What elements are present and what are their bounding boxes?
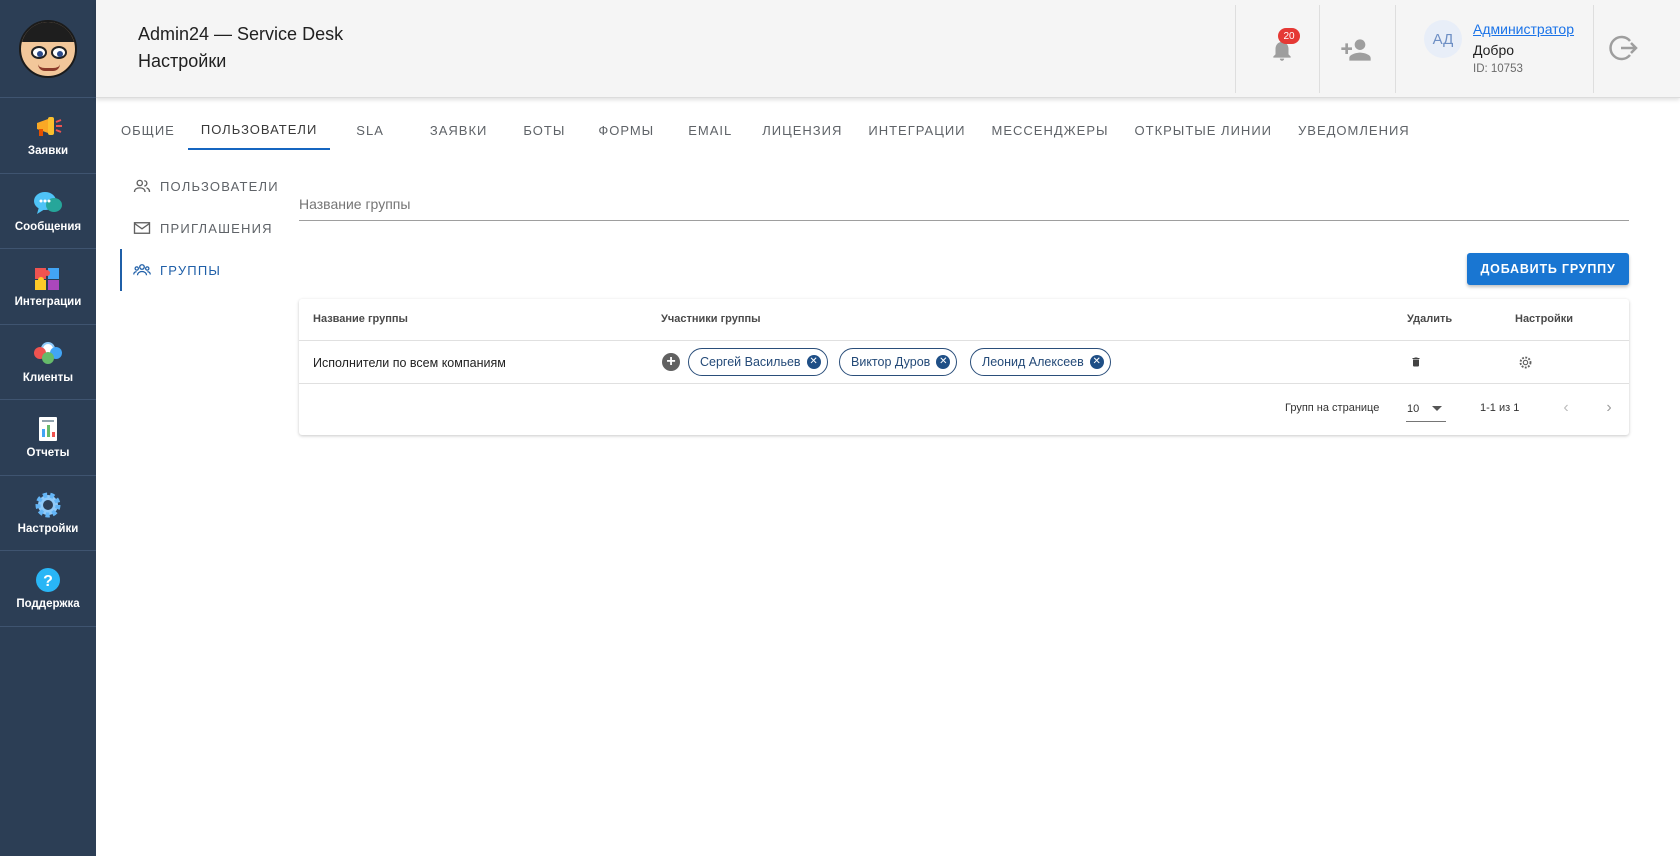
logout-icon <box>1609 35 1638 61</box>
sidebar-item-label: Клиенты <box>22 371 74 384</box>
sidebar-item-label: Отчеты <box>26 447 70 460</box>
notifications-badge: 20 <box>1278 28 1300 44</box>
member-chip[interactable]: Леонид Алексеев ✕ <box>970 348 1111 376</box>
tab-sla[interactable]: SLA <box>330 110 410 150</box>
tab-requests[interactable]: Заявки <box>410 110 508 150</box>
remove-member-icon[interactable]: ✕ <box>1089 355 1104 369</box>
subnav-item-label: Пользователи <box>160 178 279 194</box>
settings-tabs: Общие Пользователи SLA Заявки Боты Формы… <box>108 110 1423 150</box>
member-chip-label: Сергей Васильев <box>700 355 801 369</box>
tab-open-lines[interactable]: Открытые линии <box>1122 110 1286 150</box>
group-settings-button[interactable] <box>1516 353 1534 371</box>
sidebar-item-support[interactable]: ? Поддержка <box>0 551 96 627</box>
previous-page-button[interactable]: ‹ <box>1556 398 1576 418</box>
chevron-right-icon: › <box>1606 399 1612 416</box>
tab-integrations[interactable]: Интеграции <box>855 110 978 150</box>
subnav-item-users[interactable]: Пользователи <box>120 165 280 207</box>
sidebar-item-reports[interactable]: Отчеты <box>0 400 96 476</box>
tab-forms[interactable]: Формы <box>581 110 671 150</box>
chevron-left-icon: ‹ <box>1563 399 1569 416</box>
tab-messengers[interactable]: Мессенджеры <box>979 110 1122 150</box>
member-chip[interactable]: Сергей Васильев ✕ <box>688 348 828 376</box>
pagination-range: 1-1 из 1 <box>1480 402 1520 414</box>
remove-member-icon[interactable]: ✕ <box>806 355 821 369</box>
remove-member-icon[interactable]: ✕ <box>936 355 951 369</box>
gear-icon <box>33 491 63 519</box>
users-subnav: Пользователи Приглашения Группы <box>120 165 280 291</box>
column-header-settings: Настройки <box>1515 313 1574 325</box>
chevron-down-icon <box>1432 406 1442 411</box>
rows-per-page-value: 10 <box>1407 402 1420 415</box>
subnav-item-label: Группы <box>160 262 222 278</box>
tab-users[interactable]: Пользователи <box>187 110 331 150</box>
column-header-name: Название группы <box>313 313 408 325</box>
user-id: ID: 10753 <box>1473 63 1523 75</box>
sidebar-item-clients[interactable]: Клиенты <box>0 325 96 400</box>
sidebar-item-label: Настройки <box>17 522 79 535</box>
cartoon-face-icon <box>19 19 77 78</box>
sidebar-item-requests[interactable]: Заявки <box>0 98 96 174</box>
people-icon <box>33 340 63 368</box>
sidebar-item-label: Заявки <box>27 145 69 158</box>
chat-bubble-icon <box>33 189 63 217</box>
tab-license[interactable]: Лицензия <box>749 110 855 150</box>
report-icon <box>33 415 63 443</box>
avatar[interactable]: АД <box>1424 20 1462 58</box>
subnav-item-invitations[interactable]: Приглашения <box>120 207 280 249</box>
delete-group-button[interactable] <box>1408 353 1424 371</box>
rows-per-page-select[interactable]: 10 <box>1406 396 1446 422</box>
app-title: Admin24 — Service Desk <box>138 24 344 44</box>
member-chip-label: Леонид Алексеев <box>982 355 1084 369</box>
megaphone-icon <box>33 113 63 141</box>
sidebar-item-label: Поддержка <box>16 598 80 611</box>
envelope-icon <box>132 218 152 238</box>
add-member-button[interactable]: + <box>662 353 680 371</box>
logout-button[interactable] <box>1606 30 1642 66</box>
user-name-link[interactable]: Администратор <box>1473 21 1574 37</box>
add-person-icon <box>1341 39 1371 61</box>
trash-icon <box>1412 357 1420 367</box>
users-icon <box>132 176 152 196</box>
subnav-item-label: Приглашения <box>160 220 273 236</box>
group-icon <box>132 260 152 280</box>
svg-text:?: ? <box>43 573 53 590</box>
sidebar: Заявки Сообщения Интеграции Клиенты Отче… <box>0 0 96 856</box>
sidebar-item-settings[interactable]: Настройки <box>0 476 96 551</box>
rows-per-page-label: Групп на странице <box>1285 402 1380 414</box>
logo[interactable] <box>0 0 96 98</box>
user-greeting: Добро <box>1473 42 1515 58</box>
next-page-button[interactable]: › <box>1599 398 1619 418</box>
group-name-cell: Исполнители по всем компаниям <box>313 356 506 370</box>
page-title: Настройки <box>138 51 227 71</box>
groups-table: Название группы Участники группы Удалить… <box>299 299 1629 435</box>
member-chip[interactable]: Виктор Дуров ✕ <box>839 348 958 376</box>
sidebar-item-label: Сообщения <box>14 220 82 233</box>
tab-email[interactable]: Email <box>671 110 749 150</box>
subnav-item-groups[interactable]: Группы <box>120 249 280 291</box>
add-user-button[interactable] <box>1334 30 1378 70</box>
add-group-button[interactable]: Добавить группу <box>1467 253 1629 285</box>
question-icon: ? <box>33 566 63 594</box>
sidebar-item-label: Интеграции <box>14 296 82 309</box>
member-chip-label: Виктор Дуров <box>851 355 931 369</box>
group-name-input[interactable] <box>299 188 1629 221</box>
tab-bots[interactable]: Боты <box>507 110 581 150</box>
tab-notifications[interactable]: Уведомления <box>1285 110 1423 150</box>
header: Admin24 — Service Desk Настройки 20 АД А… <box>96 0 1680 98</box>
column-header-members: Участники группы <box>661 313 761 325</box>
tab-general[interactable]: Общие <box>108 110 188 150</box>
puzzle-icon <box>33 264 63 292</box>
gear-icon <box>1519 356 1531 368</box>
column-header-delete: Удалить <box>1407 313 1453 325</box>
sidebar-item-messages[interactable]: Сообщения <box>0 174 96 249</box>
sidebar-item-integrations[interactable]: Интеграции <box>0 249 96 325</box>
